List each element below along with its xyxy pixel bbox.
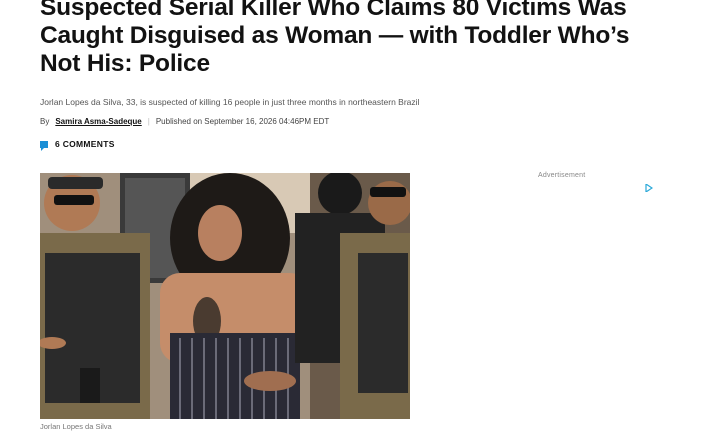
comments-count: 6 COMMENTS bbox=[55, 139, 115, 149]
article-headline: Suspected Serial Killer Who Claims 80 Vi… bbox=[40, 0, 630, 77]
published-date: Published on September 16, 2026 04:46PM … bbox=[155, 117, 330, 126]
author-link[interactable]: Samira Asma-Sadeque bbox=[55, 117, 141, 126]
byline-divider: | bbox=[147, 117, 150, 126]
byline: By Samira Asma-Sadeque | Published on Se… bbox=[40, 117, 329, 126]
byline-prefix: By bbox=[40, 117, 50, 126]
adchoices-icon[interactable] bbox=[645, 184, 653, 192]
comments-link[interactable]: 6 COMMENTS bbox=[40, 139, 115, 151]
article-deck: Jorlan Lopes da Silva, 33, is suspected … bbox=[40, 97, 420, 107]
photo-illustration bbox=[40, 173, 410, 419]
advertisement-label: Advertisement bbox=[538, 172, 586, 179]
article-photo bbox=[40, 173, 410, 419]
comment-icon bbox=[40, 140, 48, 151]
